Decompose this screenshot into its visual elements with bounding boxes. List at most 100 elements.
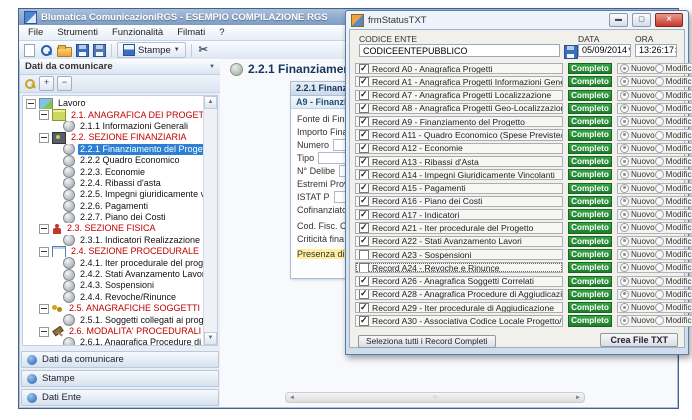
radio-nuovo[interactable]: Nuovo [620, 77, 655, 86]
radio-nuovo[interactable]: Nuovo [620, 184, 655, 193]
record-checkbox[interactable] [359, 236, 369, 246]
tree-item-2-4-2-stati-avanzamento-lavori[interactable]: 2.4.2. Stati Avanzamento Lavori [23, 269, 204, 280]
expander-icon[interactable] [26, 99, 36, 109]
save-icon[interactable] [76, 44, 89, 57]
sidebar-header[interactable]: Dati da comunicare ▼ [20, 59, 220, 75]
radio-modifica[interactable]: Modifica [655, 184, 692, 193]
scroll-right-icon[interactable]: ► [575, 395, 581, 401]
tree-item-2-1-anagrafica-dei-progetti[interactable]: 2.1. ANAGRAFICA DEI PROGETTI [23, 109, 204, 120]
radio-modifica[interactable]: Modifica [655, 77, 692, 86]
record-checkbox[interactable] [359, 289, 369, 299]
tree-item-2-4-3-sospensioni[interactable]: 2.4.3. Sospensioni [23, 280, 204, 291]
record-label-box[interactable]: Record A1 - Anagrafica Progetti Informaz… [355, 76, 563, 87]
record-label-box[interactable]: Record A17 - Indicatori [355, 209, 563, 220]
tree-item-2-1-1-informazioni-generali[interactable]: 2.1.1 Informazioni Generali [23, 121, 204, 132]
minimize-button[interactable]: ▬ [609, 13, 628, 27]
record-checkbox[interactable] [359, 196, 369, 206]
radio-nuovo[interactable]: Nuovo [620, 144, 655, 153]
tree-item-2-6-1-anagrafica-procedure-di-aggiudicazione[interactable]: 2.6.1. Anagrafica Procedure di Aggiudica… [23, 337, 204, 346]
tree-item-2-4-1-iter-procedurale-del-progetto[interactable]: 2.4.1. Iter procedurale del progetto [23, 257, 204, 268]
collapse-all-button[interactable]: − [57, 76, 72, 91]
tree-item-2-5-anagrafiche-soggetti-correlati[interactable]: 2.5. ANAGRAFICHE SOGGETTI CORRELATI [23, 303, 204, 314]
tree-item-2-5-1-soggetti-collegati-ai-progetti[interactable]: 2.5.1. Soggetti collegati ai progetti [23, 314, 204, 325]
record-checkbox[interactable] [359, 223, 369, 233]
sidebar-panel-stampe[interactable]: Stampe [21, 370, 219, 387]
expander-icon[interactable] [39, 247, 49, 257]
radio-modifica[interactable]: Modifica [655, 131, 692, 140]
radio-modifica[interactable]: Modifica [655, 290, 692, 299]
menu-item-help[interactable]: ? [212, 25, 231, 40]
record-checkbox[interactable] [359, 276, 369, 286]
radio-modifica[interactable]: Modifica [655, 157, 692, 166]
spinner-icons[interactable]: ▲▼ [674, 46, 677, 56]
tree-item-2-2-1-finanziamento-del-progetto[interactable]: 2.2.1 Finanziamento del Progetto [23, 144, 204, 155]
menu-item-funzionalit[interactable]: Funzionalità [105, 25, 170, 40]
record-label-box[interactable]: Record A11 - Quadro Economico (Spese Pre… [355, 129, 563, 140]
radio-modifica[interactable]: Modifica [655, 223, 692, 232]
radio-nuovo[interactable]: Nuovo [620, 104, 655, 113]
record-checkbox[interactable] [359, 183, 369, 193]
save-icon[interactable] [564, 45, 578, 59]
record-label-box[interactable]: Record A13 - Ribassi d'Asta [355, 156, 563, 167]
record-label-box[interactable]: Record A26 - Anagrafica Soggetti Correla… [355, 276, 563, 287]
radio-modifica[interactable]: Modifica [655, 170, 692, 179]
tree-scrollbar[interactable] [203, 96, 217, 345]
record-checkbox[interactable] [359, 250, 369, 260]
stampe-button[interactable]: Stampe ▼ [117, 42, 186, 58]
chevron-down-icon[interactable]: ▼ [209, 64, 215, 70]
menu-item-strumenti[interactable]: Strumenti [50, 25, 105, 40]
record-label-box[interactable]: Record A15 - Pagamenti [355, 183, 563, 194]
record-checkbox[interactable] [359, 157, 369, 167]
record-checkbox[interactable] [359, 103, 369, 113]
radio-nuovo[interactable]: Nuovo [620, 263, 655, 272]
radio-nuovo[interactable]: Nuovo [620, 290, 655, 299]
record-label-box[interactable]: Record A23 - Sospensioni [355, 249, 563, 260]
menu-item-filmati[interactable]: Filmati [170, 25, 212, 40]
maximize-button[interactable]: ▢ [632, 13, 651, 27]
ora-spinner[interactable]: 13:26:17 ▲▼ [635, 44, 677, 57]
data-combobox[interactable]: 05/09/2014 ▼ [578, 44, 631, 57]
radio-nuovo[interactable]: Nuovo [620, 91, 655, 100]
radio-nuovo[interactable]: Nuovo [620, 64, 655, 73]
radio-nuovo[interactable]: Nuovo [620, 117, 655, 126]
scissors-icon[interactable] [197, 44, 210, 57]
record-checkbox[interactable] [359, 117, 369, 127]
tree-item-2-4-4-revoche-rinunce[interactable]: 2.4.4. Revoche/Rinunce [23, 292, 204, 303]
record-label-box[interactable]: Record A8 - Anagrafica Progetti Geo-Loca… [355, 103, 563, 114]
radio-modifica[interactable]: Modifica [655, 144, 692, 153]
tree-item-2-2-7-piano-dei-costi[interactable]: 2.2.7. Piano dei Costi [23, 212, 204, 223]
radio-nuovo[interactable]: Nuovo [620, 250, 655, 259]
record-label-box[interactable]: Record A0 - Anagrafica Progetti [355, 63, 563, 74]
record-checkbox[interactable] [359, 170, 369, 180]
tree-item-2-2-5-impegni-giuridicamente-vincolanti[interactable]: 2.2.5. Impegni giuridicamente vincolanti [23, 189, 204, 200]
crea-file-txt-button[interactable]: Crea File TXT [600, 333, 678, 347]
expander-icon[interactable] [39, 110, 49, 120]
scroll-up-icon[interactable] [204, 96, 217, 109]
expander-icon[interactable] [39, 304, 49, 314]
record-checkbox[interactable] [359, 77, 369, 87]
sidebar-panel-dati-ente[interactable]: Dati Ente [21, 389, 219, 406]
scroll-left-icon[interactable]: ◄ [289, 395, 295, 401]
radio-nuovo[interactable]: Nuovo [620, 303, 655, 312]
radio-modifica[interactable]: Modifica [655, 263, 692, 272]
tree-item-2-2-6-pagamenti[interactable]: 2.2.6. Pagamenti [23, 201, 204, 212]
codice-ente-input[interactable]: CODICEENTEPUBBLICO [359, 44, 560, 57]
record-label-box[interactable]: Record A16 - Piano dei Costi [355, 196, 563, 207]
record-checkbox[interactable] [359, 64, 369, 74]
select-all-button[interactable]: Seleziona tutti i Record Completi [358, 335, 496, 348]
record-label-box[interactable]: Record A9 - Finanziamento del Progetto [355, 116, 563, 127]
tree-item-2-6-modalita-procedurali-di-aggiudicazione[interactable]: 2.6. MODALITA' PROCEDURALI DI AGGIUDICAZ… [23, 326, 204, 337]
record-label-box[interactable]: Record A21 - Iter procedurale del Proget… [355, 222, 563, 233]
record-label-box[interactable]: Record A22 - Stati Avanzamento Lavori [355, 236, 563, 247]
record-label-box[interactable]: Record A7 - Anagrafica Progetti Localizz… [355, 90, 563, 101]
expand-all-button[interactable]: + [39, 76, 54, 91]
record-label-box[interactable]: Record A30 - Associativa Codice Locale P… [355, 315, 563, 326]
tree-item-2-2-sezione-finanziaria[interactable]: 2.2. SEZIONE FINANZIARIA [23, 132, 204, 143]
record-label-box[interactable]: Record A14 - Impegni Giuridicamente Vinc… [355, 169, 563, 180]
new-document-icon[interactable] [24, 44, 35, 57]
tree-item-2-3-sezione-fisica[interactable]: 2.3. SEZIONE FISICA [23, 223, 204, 234]
expander-icon[interactable] [39, 327, 49, 337]
radio-nuovo[interactable]: Nuovo [620, 170, 655, 179]
record-checkbox[interactable] [359, 263, 369, 273]
tree-item-2-4-sezione-procedurale[interactable]: 2.4. SEZIONE PROCEDURALE [23, 246, 204, 257]
